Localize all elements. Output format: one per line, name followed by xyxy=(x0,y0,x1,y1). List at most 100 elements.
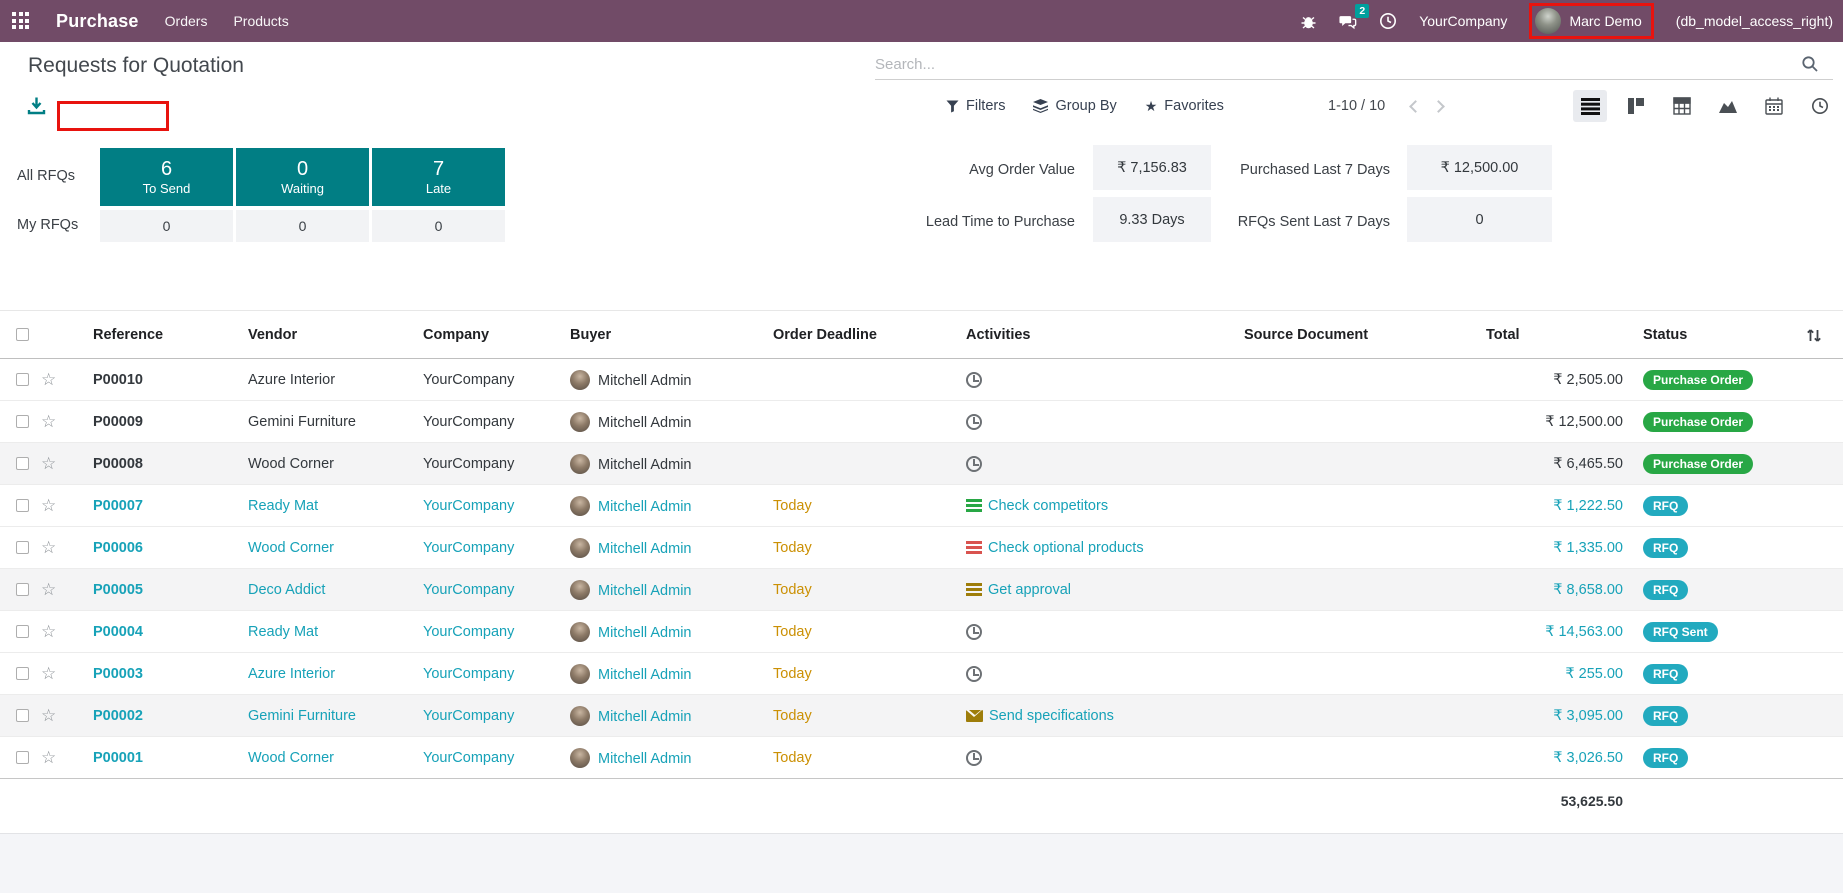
row-checkbox[interactable] xyxy=(16,499,29,513)
deadline-cell[interactable]: Today xyxy=(746,526,939,569)
total-cell[interactable]: ₹ 255.00 xyxy=(1486,652,1631,695)
deadline-cell[interactable]: Today xyxy=(746,568,939,611)
table-row[interactable]: ☆ P00005 Deco Addict YourCompany Mitchell Ad… xyxy=(0,568,1843,611)
kpi-my-late[interactable]: 0 xyxy=(372,210,505,242)
vendor-cell[interactable]: Wood Corner xyxy=(221,526,396,569)
search-input[interactable] xyxy=(875,50,1833,79)
source-document-cell[interactable] xyxy=(1216,610,1486,653)
bug-icon[interactable] xyxy=(1299,12,1317,30)
total-cell[interactable]: ₹ 2,505.00 xyxy=(1486,359,1631,401)
header-total[interactable]: Total xyxy=(1486,310,1631,359)
buyer-cell[interactable]: Mitchell Admin xyxy=(543,400,746,443)
table-row[interactable]: ☆ P00010 Azure Interior YourCompany Mitchell… xyxy=(0,359,1843,401)
row-checkbox[interactable] xyxy=(16,709,29,723)
deadline-cell[interactable] xyxy=(746,442,939,485)
vendor-cell[interactable]: Wood Corner xyxy=(221,442,396,485)
company-switcher[interactable]: YourCompany xyxy=(1419,13,1507,29)
source-document-cell[interactable] xyxy=(1216,442,1486,485)
company-cell[interactable]: YourCompany xyxy=(396,484,543,527)
star-icon[interactable]: ☆ xyxy=(41,496,56,515)
company-cell[interactable]: YourCompany xyxy=(396,526,543,569)
vendor-cell[interactable]: Azure Interior xyxy=(221,652,396,695)
source-document-cell[interactable] xyxy=(1216,526,1486,569)
reference-cell[interactable]: P00006 xyxy=(66,526,221,569)
table-row[interactable]: ☆ P00006 Wood Corner YourCompany Mitchell Ad… xyxy=(0,526,1843,569)
view-calendar-icon[interactable] xyxy=(1757,90,1791,122)
vendor-cell[interactable]: Wood Corner xyxy=(221,736,396,779)
view-graph-icon[interactable] xyxy=(1711,90,1745,122)
star-icon[interactable]: ☆ xyxy=(41,580,56,599)
clock-icon[interactable] xyxy=(966,371,982,388)
company-cell[interactable]: YourCompany xyxy=(396,568,543,611)
envelope-icon[interactable] xyxy=(966,709,983,722)
header-source-document[interactable]: Source Document xyxy=(1216,310,1486,359)
total-cell[interactable]: ₹ 8,658.00 xyxy=(1486,568,1631,611)
activity-cell[interactable] xyxy=(939,610,1216,653)
activity-cell[interactable] xyxy=(939,652,1216,695)
activity-cell[interactable]: Check competitors xyxy=(939,484,1216,527)
reference-cell[interactable]: P00004 xyxy=(66,610,221,653)
buyer-cell[interactable]: Mitchell Admin xyxy=(543,736,746,779)
activity-cell[interactable] xyxy=(939,359,1216,401)
activity-cell[interactable]: Get approval xyxy=(939,568,1216,611)
buyer-cell[interactable]: Mitchell Admin xyxy=(543,610,746,653)
app-name[interactable]: Purchase xyxy=(56,11,139,32)
table-row[interactable]: ☆ P00003 Azure Interior YourCompany Mitchell… xyxy=(0,652,1843,695)
deadline-cell[interactable]: Today xyxy=(746,484,939,527)
view-kanban-icon[interactable] xyxy=(1619,90,1653,122)
clock-icon[interactable] xyxy=(966,749,982,766)
activity-clock-icon[interactable] xyxy=(1379,12,1397,30)
table-row[interactable]: ☆ P00008 Wood Corner YourCompany Mitchell Ad… xyxy=(0,442,1843,485)
header-reference[interactable]: Reference xyxy=(66,310,221,359)
source-document-cell[interactable] xyxy=(1216,736,1486,779)
row-checkbox[interactable] xyxy=(16,751,29,765)
tasks-icon[interactable] xyxy=(966,583,982,596)
buyer-cell[interactable]: Mitchell Admin xyxy=(543,652,746,695)
company-cell[interactable]: YourCompany xyxy=(396,736,543,779)
row-checkbox[interactable] xyxy=(16,667,29,681)
company-cell[interactable]: YourCompany xyxy=(396,652,543,695)
star-icon[interactable]: ☆ xyxy=(41,454,56,473)
table-row[interactable]: ☆ P00009 Gemini Furniture YourCompany Mitche… xyxy=(0,400,1843,443)
reference-cell[interactable]: P00001 xyxy=(66,736,221,779)
vendor-cell[interactable]: Gemini Furniture xyxy=(221,694,396,737)
reference-cell[interactable]: P00005 xyxy=(66,568,221,611)
table-row[interactable]: ☆ P00007 Ready Mat YourCompany Mitchell Admi… xyxy=(0,484,1843,527)
header-activities[interactable]: Activities xyxy=(939,310,1216,359)
header-order-deadline[interactable]: Order Deadline xyxy=(746,310,939,359)
activity-cell[interactable]: Check optional products xyxy=(939,526,1216,569)
kpi-my-waiting[interactable]: 0 xyxy=(236,210,369,242)
source-document-cell[interactable] xyxy=(1216,484,1486,527)
company-cell[interactable]: YourCompany xyxy=(396,610,543,653)
deadline-cell[interactable]: Today xyxy=(746,652,939,695)
buyer-cell[interactable]: Mitchell Admin xyxy=(543,526,746,569)
optional-columns-icon[interactable] xyxy=(1806,310,1843,359)
buyer-cell[interactable]: Mitchell Admin xyxy=(543,568,746,611)
source-document-cell[interactable] xyxy=(1216,359,1486,401)
star-icon[interactable]: ☆ xyxy=(41,664,56,683)
search-icon[interactable] xyxy=(1801,55,1819,73)
row-checkbox[interactable] xyxy=(16,373,29,387)
deadline-cell[interactable]: Today xyxy=(746,736,939,779)
company-cell[interactable]: YourCompany xyxy=(396,400,543,443)
buyer-cell[interactable]: Mitchell Admin xyxy=(543,694,746,737)
menu-products[interactable]: Products xyxy=(233,13,288,29)
deadline-cell[interactable] xyxy=(746,359,939,401)
deadline-cell[interactable]: Today xyxy=(746,610,939,653)
header-vendor[interactable]: Vendor xyxy=(221,310,396,359)
reference-cell[interactable]: P00003 xyxy=(66,652,221,695)
company-cell[interactable]: YourCompany xyxy=(396,694,543,737)
source-document-cell[interactable] xyxy=(1216,400,1486,443)
activity-cell[interactable] xyxy=(939,442,1216,485)
kpi-my-to-send[interactable]: 0 xyxy=(100,210,233,242)
user-menu[interactable]: Marc Demo xyxy=(1529,3,1654,39)
activity-cell[interactable] xyxy=(939,736,1216,779)
tasks-icon[interactable] xyxy=(966,541,982,554)
reference-cell[interactable]: P00007 xyxy=(66,484,221,527)
tasks-icon[interactable] xyxy=(966,499,982,512)
menu-orders[interactable]: Orders xyxy=(165,13,208,29)
messages-icon[interactable]: 2 xyxy=(1339,4,1370,30)
vendor-cell[interactable]: Gemini Furniture xyxy=(221,400,396,443)
buyer-cell[interactable]: Mitchell Admin xyxy=(543,484,746,527)
row-checkbox[interactable] xyxy=(16,541,29,555)
